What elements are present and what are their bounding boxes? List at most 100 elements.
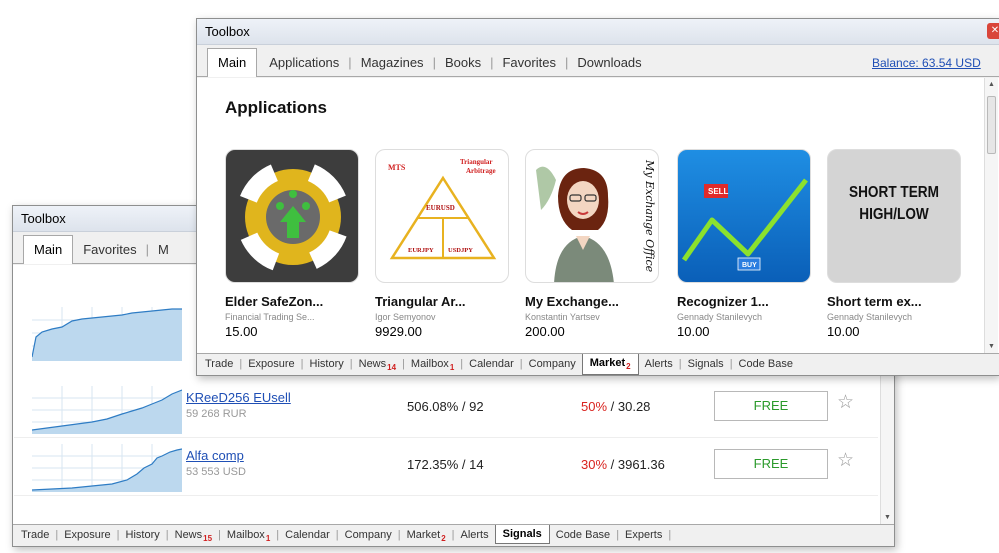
app-card[interactable]: SHORT TERM HIGH/LOW Short term ex... Gen…: [827, 149, 967, 339]
front-window-titlebar[interactable]: Toolbox ✕: [197, 19, 999, 45]
svg-text:BUY: BUY: [742, 262, 757, 269]
section-title: Applications: [225, 98, 328, 117]
svg-text:USDJPY: USDJPY: [448, 247, 473, 254]
news-count-badge: 14: [387, 363, 397, 372]
signal-equity-chart: [32, 307, 182, 361]
app-card[interactable]: MTS Triangular Arbitrage EURUSD EURJPY U…: [375, 149, 515, 339]
woman-office-icon: My Exchange Office: [525, 149, 659, 283]
front-tab-downloads[interactable]: Downloads: [577, 55, 641, 76]
front-window-title: Toolbox: [205, 24, 250, 39]
market-count-badge: 2: [441, 534, 446, 543]
app-author: Konstantin Yartsev: [525, 312, 600, 322]
btab-signals[interactable]: Signals: [494, 525, 550, 544]
front-tab-magazines[interactable]: Magazines: [361, 55, 424, 76]
signal-gain: 172.35% / 14: [407, 457, 484, 472]
app-author: Financial Trading Se...: [225, 312, 315, 322]
news-count-badge: 15: [203, 534, 213, 543]
market-count-badge: 2: [626, 362, 631, 371]
btab-codebase[interactable]: Code Base: [739, 354, 793, 370]
app-title[interactable]: Triangular Ar...: [375, 294, 515, 309]
front-window-top-tabs: Main Applications | Magazines | Books | …: [197, 45, 999, 77]
scroll-down-arrow-icon[interactable]: ▼: [988, 343, 995, 350]
front-tab-applications[interactable]: Applications: [269, 55, 339, 76]
app-title[interactable]: Elder SafeZon...: [225, 294, 365, 309]
svg-text:SELL: SELL: [708, 187, 729, 196]
btab-history[interactable]: History: [126, 525, 160, 541]
app-title[interactable]: My Exchange...: [525, 294, 665, 309]
back-tab-main[interactable]: Main: [23, 235, 74, 264]
short-term-text-icon: SHORT TERM HIGH/LOW: [827, 149, 961, 283]
svg-text:My Exchange Office: My Exchange Office: [643, 159, 656, 273]
btab-calendar[interactable]: Calendar: [469, 354, 514, 370]
sell-buy-chart-icon: SELL BUY: [677, 149, 811, 283]
app-author: Gennady Stanilevych: [827, 312, 913, 322]
app-card[interactable]: SELL BUY Recognizer 1... Gennady Stanile…: [677, 149, 817, 339]
btab-company[interactable]: Company: [345, 525, 392, 541]
back-tab-favorites[interactable]: Favorites: [83, 242, 136, 263]
app-card[interactable]: My Exchange Office My Exchange... Konsta…: [525, 149, 665, 339]
signal-subscribers: 53 553 USD: [186, 466, 246, 478]
back-window-title: Toolbox: [21, 211, 66, 226]
app-price: 9929.00: [375, 324, 422, 339]
app-price: 15.00: [225, 324, 258, 339]
scroll-down-arrow-icon[interactable]: ▼: [884, 514, 891, 521]
app-author: Gennady Stanilevych: [677, 312, 763, 322]
svg-text:Arbitrage: Arbitrage: [466, 167, 496, 175]
svg-text:MTS: MTS: [388, 163, 406, 172]
btab-news[interactable]: News14: [359, 354, 396, 372]
back-tab-partial[interactable]: M: [158, 242, 169, 263]
front-tab-main[interactable]: Main: [207, 48, 258, 77]
btab-exposure[interactable]: Exposure: [248, 354, 294, 370]
app-price: 10.00: [827, 324, 860, 339]
signal-drawdown: 50% / 30.28: [581, 399, 651, 414]
app-card[interactable]: Elder SafeZon... Financial Trading Se...…: [225, 149, 365, 339]
btab-trade[interactable]: Trade: [21, 525, 49, 541]
btab-mailbox[interactable]: Mailbox1: [227, 525, 270, 543]
scroll-up-arrow-icon[interactable]: ▲: [988, 81, 995, 88]
front-window-scrollbar[interactable]: ▲ ▼: [984, 78, 998, 353]
app-title[interactable]: Short term ex...: [827, 294, 967, 309]
btab-signals[interactable]: Signals: [688, 354, 724, 370]
btab-codebase[interactable]: Code Base: [556, 525, 610, 541]
btab-market[interactable]: Market2: [581, 354, 639, 375]
balance-link[interactable]: Balance: 63.54 USD: [872, 56, 981, 70]
front-window-bottom-tabs: Trade | Exposure | History | News14 | Mailbo…: [197, 353, 999, 375]
close-icon[interactable]: ✕: [987, 23, 999, 39]
btab-trade[interactable]: Trade: [205, 354, 233, 370]
btab-news[interactable]: News15: [175, 525, 212, 543]
signal-name-link[interactable]: KReeD256 EUsell: [186, 390, 291, 405]
svg-text:EURUSD: EURUSD: [426, 204, 455, 212]
front-tab-favorites[interactable]: Favorites: [502, 55, 555, 76]
signal-name-link[interactable]: Alfa comp: [186, 448, 244, 463]
signal-gain: 506.08% / 92: [407, 399, 484, 414]
app-price: 200.00: [525, 324, 565, 339]
mailbox-count-badge: 1: [265, 534, 271, 543]
signal-equity-chart: [32, 386, 182, 434]
signal-equity-chart: [32, 444, 182, 492]
app-title[interactable]: Recognizer 1...: [677, 294, 817, 309]
triangle-arbitrage-icon: MTS Triangular Arbitrage EURUSD EURJPY U…: [375, 149, 509, 283]
favorite-star-icon[interactable]: ☆: [837, 393, 854, 412]
favorite-star-icon[interactable]: ☆: [837, 451, 854, 470]
mailbox-count-badge: 1: [449, 363, 455, 372]
signal-row[interactable]: Alfa comp 53 553 USD 172.35% / 14 30% / …: [14, 440, 878, 496]
btab-alerts[interactable]: Alerts: [461, 525, 489, 541]
signal-subscribers: 59 268 RUR: [186, 408, 247, 420]
subscribe-free-button[interactable]: FREE: [714, 449, 828, 479]
signal-row[interactable]: KReeD256 EUsell 59 268 RUR 506.08% / 92 …: [14, 382, 878, 438]
btab-mailbox[interactable]: Mailbox1: [411, 354, 454, 372]
btab-exposure[interactable]: Exposure: [64, 525, 110, 541]
svg-text:EURJPY: EURJPY: [408, 247, 434, 254]
btab-alerts[interactable]: Alerts: [645, 354, 673, 370]
btab-market[interactable]: Market2: [407, 525, 446, 543]
front-tab-books[interactable]: Books: [445, 55, 481, 76]
btab-experts[interactable]: Experts: [625, 525, 662, 541]
scroll-thumb[interactable]: [987, 96, 996, 154]
btab-history[interactable]: History: [310, 354, 344, 370]
app-price: 10.00: [677, 324, 710, 339]
back-window-bottom-tabs: Trade | Exposure | History | News15 | Mailbo…: [13, 524, 894, 546]
subscribe-free-button[interactable]: FREE: [714, 391, 828, 421]
btab-calendar[interactable]: Calendar: [285, 525, 330, 541]
btab-company[interactable]: Company: [529, 354, 576, 370]
signal-drawdown: 30% / 3961.36: [581, 457, 665, 472]
